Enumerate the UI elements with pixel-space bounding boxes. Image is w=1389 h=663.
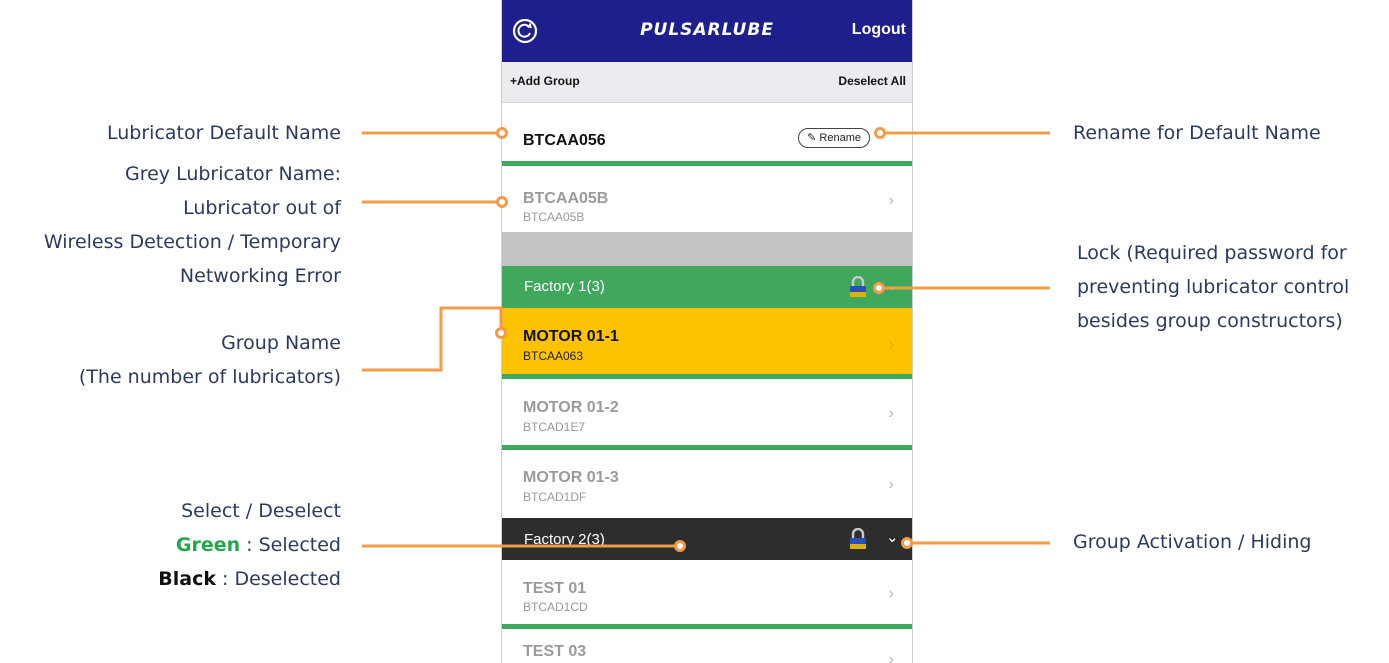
callout-lines bbox=[362, 131, 1050, 548]
callout-dot bbox=[674, 540, 686, 552]
callout-dot bbox=[901, 537, 913, 549]
callout-dot bbox=[495, 327, 507, 339]
callout-dot bbox=[496, 127, 508, 139]
callout-dot bbox=[496, 196, 508, 208]
callout-dot bbox=[874, 127, 886, 139]
callout-dot bbox=[873, 282, 885, 294]
